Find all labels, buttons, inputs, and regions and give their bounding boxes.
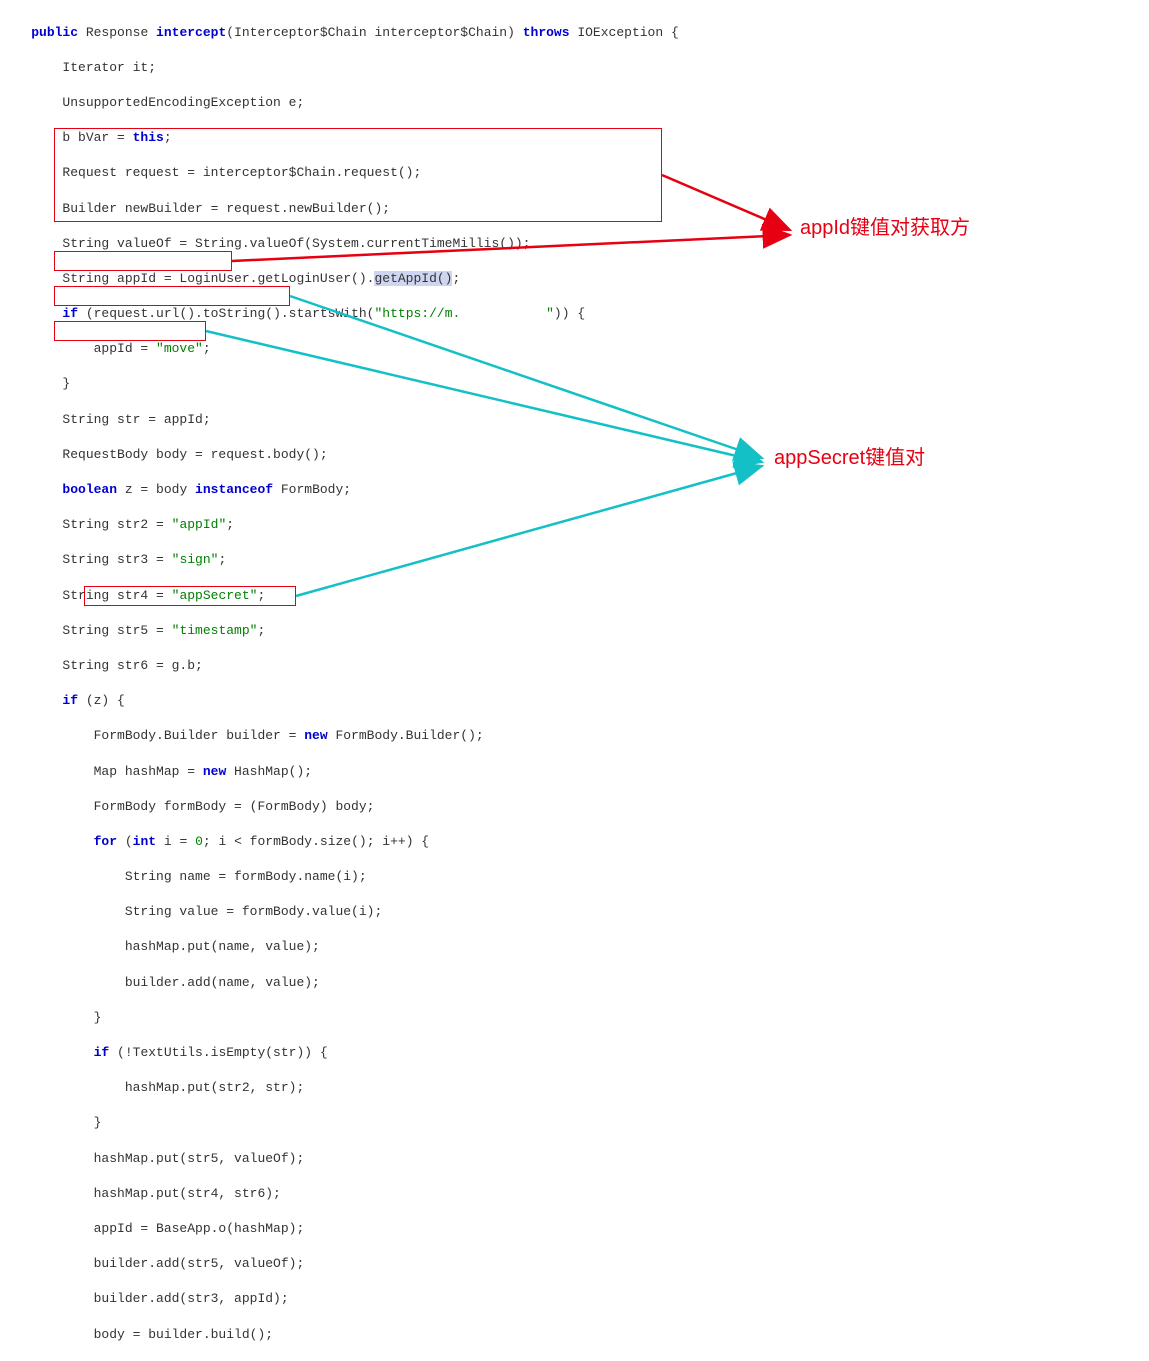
code-line: } — [0, 375, 1149, 393]
code-line: FormBody.Builder builder = new FormBody.… — [0, 727, 1149, 745]
code-line: String str4 = "appSecret"; — [0, 587, 1149, 605]
annotation-appsecret-label: appSecret键值对 — [774, 450, 925, 468]
code-line: builder.add(str5, valueOf); — [0, 1255, 1149, 1273]
code-line: String value = formBody.value(i); — [0, 903, 1149, 921]
code-line: Builder newBuilder = request.newBuilder(… — [0, 200, 1149, 218]
code-line: if (request.url().toString().startsWith(… — [0, 305, 1149, 323]
code-line: String str3 = "sign"; — [0, 551, 1149, 569]
code-block: public Response intercept(Interceptor$Ch… — [0, 0, 1149, 781]
code-line: String name = formBody.name(i); — [0, 868, 1149, 886]
code-line: for (int i = 0; i < formBody.size(); i++… — [0, 833, 1149, 851]
code-line: String str5 = "timestamp"; — [0, 622, 1149, 640]
code-line: } — [0, 1114, 1149, 1132]
code-line: Map hashMap = new HashMap(); — [0, 763, 1149, 781]
code-line: Iterator it; — [0, 59, 1149, 77]
code-line: b bVar = this; — [0, 129, 1149, 147]
annotation-appid-label: appId键值对获取方 — [800, 220, 970, 238]
code-line: String str6 = g.b; — [0, 657, 1149, 675]
code-line: Request request = interceptor$Chain.requ… — [0, 164, 1149, 182]
code-line: public Response intercept(Interceptor$Ch… — [0, 24, 1149, 42]
code-line: builder.add(name, value); — [0, 974, 1149, 992]
code-line: RequestBody body = request.body(); — [0, 446, 1149, 464]
code-line: String str2 = "appId"; — [0, 516, 1149, 534]
code-line: hashMap.put(str5, valueOf); — [0, 1150, 1149, 1168]
code-line: body = builder.build(); — [0, 1326, 1149, 1344]
code-line: FormBody formBody = (FormBody) body; — [0, 798, 1149, 816]
code-line: String str = appId; — [0, 411, 1149, 429]
code-line: builder.add(str3, appId); — [0, 1290, 1149, 1308]
code-line: if (!TextUtils.isEmpty(str)) { — [0, 1044, 1149, 1062]
code-line: hashMap.put(name, value); — [0, 938, 1149, 956]
code-line: String valueOf = String.valueOf(System.c… — [0, 235, 1149, 253]
code-line: } — [0, 1009, 1149, 1027]
code-line: appId = BaseApp.o(hashMap); — [0, 1220, 1149, 1238]
code-line: String appId = LoginUser.getLoginUser().… — [0, 270, 1149, 288]
code-line: hashMap.put(str2, str); — [0, 1079, 1149, 1097]
code-line: appId = "move"; — [0, 340, 1149, 358]
code-line: boolean z = body instanceof FormBody; — [0, 481, 1149, 499]
code-line: hashMap.put(str4, str6); — [0, 1185, 1149, 1203]
code-line: if (z) { — [0, 692, 1149, 710]
code-line: UnsupportedEncodingException e; — [0, 94, 1149, 112]
